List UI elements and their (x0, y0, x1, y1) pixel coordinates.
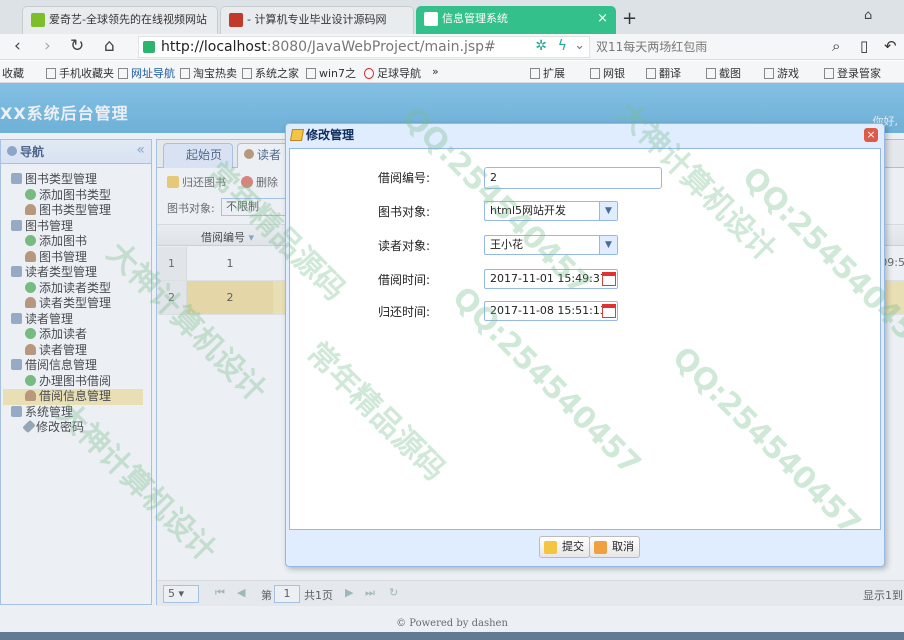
browser-tab-label: 爱奇艺-全球领先的在线视频网站 (49, 13, 207, 26)
browser-nav-bar: ‹ › ↻ ⌂ http://localhost:8080/JavaWebPro… (0, 34, 904, 60)
ball-icon (364, 68, 374, 79)
search-icon[interactable]: ⌕ (832, 37, 840, 55)
secure-icon (143, 41, 155, 53)
forward-icon[interactable]: › (44, 36, 51, 56)
borrow-time-input[interactable]: 2017-11-01 15:49:37 (484, 269, 618, 289)
window-menu-icon[interactable]: ⌂ (864, 8, 872, 23)
bookmark-item[interactable]: 系统之家 (242, 65, 299, 81)
close-tab-icon[interactable]: × (597, 6, 608, 32)
address-text: http://localhost:8080/JavaWebProject/mai… (161, 39, 496, 55)
form-row-reader: 读者对象: 王小花 ▼ (378, 235, 838, 259)
reader-label: 读者对象: (378, 239, 431, 253)
bookmark-item[interactable]: 截图 (706, 65, 741, 81)
bookmark-item[interactable]: 收藏 (2, 65, 24, 81)
undo-icon (594, 541, 607, 554)
bookmark-item[interactable]: 手机收藏夹 (46, 65, 114, 81)
folder-icon (46, 68, 56, 79)
bookmark-item[interactable]: 淘宝热卖 (180, 65, 237, 81)
folder-icon (118, 68, 128, 79)
bookmark-item[interactable]: 网址导航 (118, 65, 175, 81)
return-time-input[interactable]: 2017-11-08 15:51:13 (484, 301, 618, 321)
dialog-buttons: 提交 取消 (289, 532, 881, 564)
page-icon (424, 12, 438, 26)
game-icon (764, 68, 774, 79)
calendar-icon[interactable] (602, 304, 616, 318)
borrow-id-label: 借阅编号: (378, 171, 431, 185)
bookmarks-bar: 收藏 手机收藏夹 网址导航 淘宝热卖 系统之家 win7之 足球导航 » 扩展 … (0, 61, 904, 83)
folder-icon (306, 68, 316, 79)
phone-icon[interactable]: ▯ (860, 37, 868, 55)
browser-tab-iqiyi[interactable]: 爱奇艺-全球领先的在线视频网站 (22, 6, 218, 34)
book-select[interactable]: html5网站开发 ▼ (484, 201, 618, 221)
undo-icon[interactable]: ↶ (884, 37, 897, 55)
submit-button[interactable]: 提交 (539, 536, 590, 558)
user-icon (824, 68, 834, 79)
form-row-book: 图书对象: html5网站开发 ▼ (378, 201, 838, 225)
bank-icon (590, 68, 600, 79)
browser-tab-bar: 爱奇艺-全球领先的在线视频网站 - 计算机专业毕业设计源码网 信息管理系统 × … (0, 0, 904, 34)
bookmark-item[interactable]: 登录管家 (824, 65, 881, 81)
calendar-icon[interactable] (602, 272, 616, 286)
chevron-down-icon[interactable]: ▼ (599, 236, 617, 254)
search-hint[interactable]: 双11每天两场红包雨 (596, 38, 707, 55)
reload-icon[interactable]: ↻ (70, 36, 84, 56)
bookmark-item[interactable]: 扩展 (530, 65, 565, 81)
bookmark-item[interactable]: 翻译 (646, 65, 681, 81)
translate-icon (646, 68, 656, 79)
extension-icon (530, 68, 540, 79)
form-row-borrow-id: 借阅编号: 2 (378, 167, 838, 191)
edit-icon (289, 129, 305, 141)
chevron-down-icon[interactable]: ⌄ (574, 38, 585, 53)
lightning-icon[interactable]: ϟ (558, 38, 567, 54)
site-icon (229, 13, 243, 27)
home-icon[interactable]: ⌂ (104, 36, 115, 56)
bookmark-item[interactable]: 游戏 (764, 65, 799, 81)
close-icon[interactable]: × (864, 128, 878, 142)
chevron-down-icon[interactable]: ▼ (599, 202, 617, 220)
bookmark-item[interactable]: 足球导航 (364, 65, 421, 81)
browser-tab-source[interactable]: - 计算机专业毕业设计源码网 (220, 6, 414, 34)
folder-icon (180, 68, 190, 79)
borrow-time-label: 借阅时间: (378, 273, 431, 287)
browser-tab-label: 信息管理系统 (442, 12, 508, 25)
bookmarks-more[interactable]: » (432, 65, 439, 78)
new-tab-button[interactable]: + (622, 8, 637, 29)
book-label: 图书对象: (378, 205, 431, 219)
back-icon[interactable]: ‹ (14, 36, 21, 56)
bookmark-item[interactable]: 网银 (590, 65, 625, 81)
dialog-title: 修改管理 (286, 124, 884, 146)
speed-icon[interactable]: ✲ (535, 38, 547, 54)
folder-icon (242, 68, 252, 79)
borrow-id-input[interactable]: 2 (484, 167, 662, 189)
screenshot-icon (706, 68, 716, 79)
address-bar[interactable]: http://localhost:8080/JavaWebProject/mai… (138, 36, 590, 58)
browser-tab-label: - 计算机专业毕业设计源码网 (247, 13, 387, 26)
dialog-form: 借阅编号: 2 图书对象: html5网站开发 ▼ 读者对象: 王小花 ▼ 借阅时间… (289, 148, 881, 530)
form-row-return-time: 归还时间: 2017-11-08 15:51:13 (378, 301, 838, 325)
browser-tab-active[interactable]: 信息管理系统 × (416, 6, 616, 34)
cancel-button[interactable]: 取消 (589, 536, 640, 558)
form-row-borrow-time: 借阅时间: 2017-11-01 15:49:37 (378, 269, 838, 293)
edit-dialog: 修改管理 × 借阅编号: 2 图书对象: html5网站开发 ▼ 读者对象: 王小… (285, 123, 885, 567)
edit-icon (544, 541, 557, 554)
bookmark-item[interactable]: win7之 (306, 65, 356, 81)
return-time-label: 归还时间: (378, 305, 431, 319)
iqiyi-icon (31, 13, 45, 27)
reader-select[interactable]: 王小花 ▼ (484, 235, 618, 255)
